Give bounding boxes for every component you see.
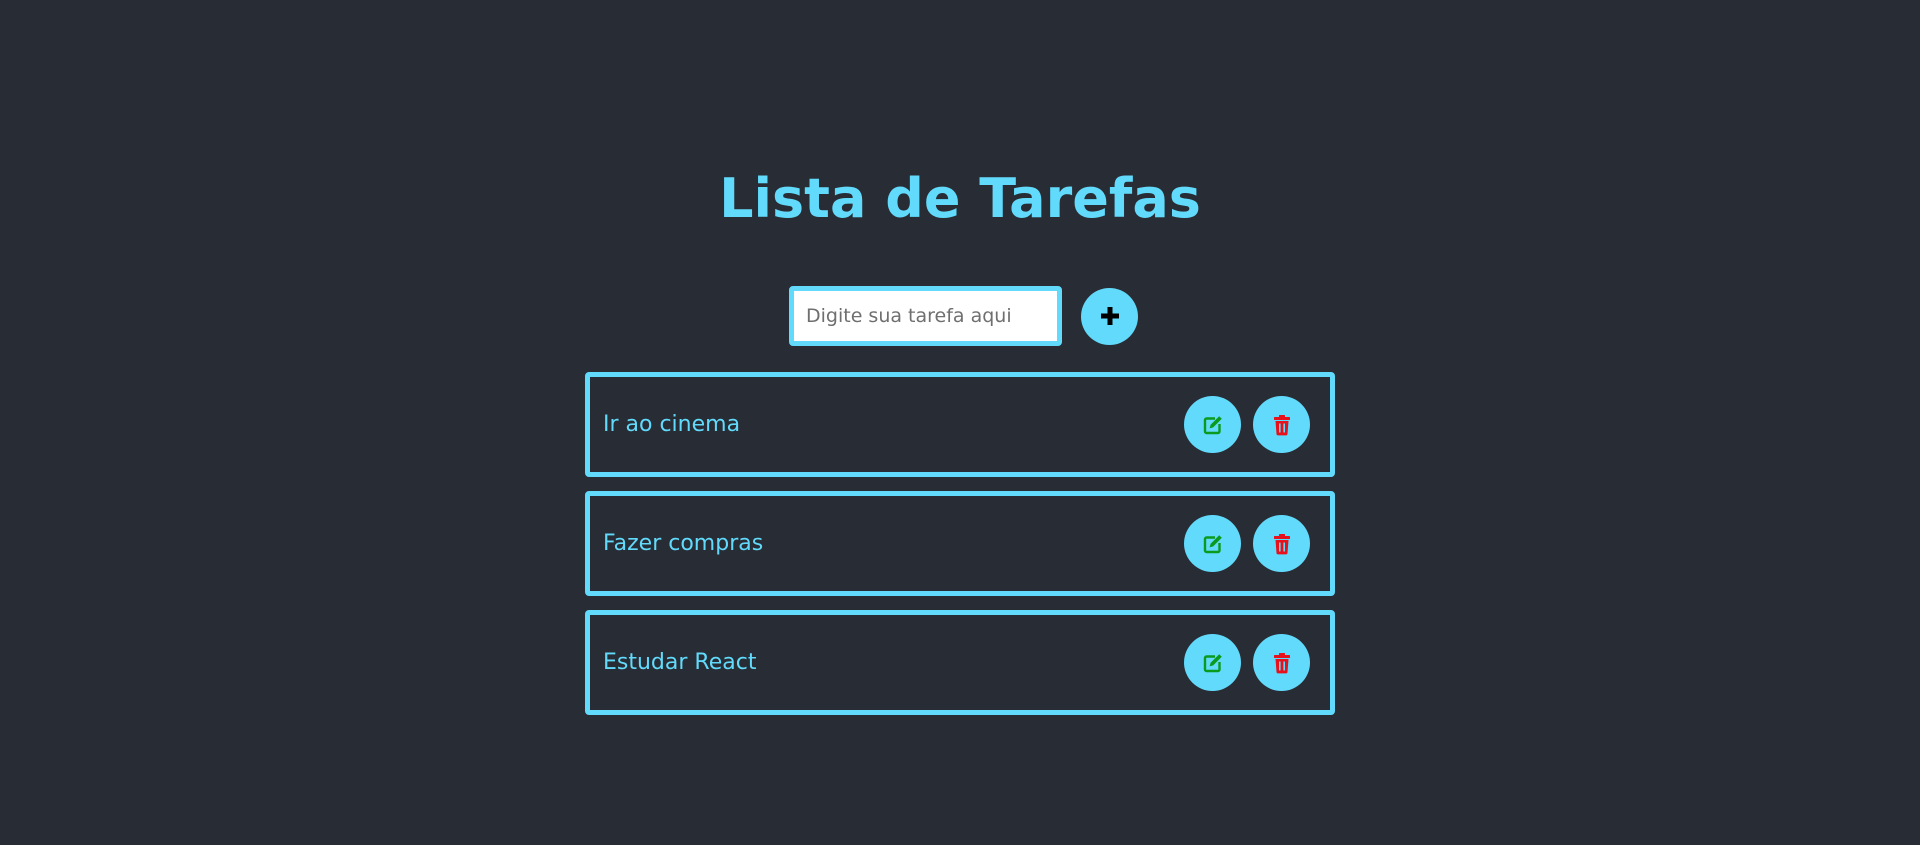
trash-icon bbox=[1272, 652, 1292, 674]
edit-icon bbox=[1202, 414, 1224, 436]
todo-app: Lista de Tarefas Ir ao cinema bbox=[0, 0, 1920, 845]
task-item: Estudar React bbox=[585, 610, 1335, 715]
task-actions bbox=[1184, 634, 1310, 691]
task-list: Ir ao cinema Fazer compras Estudar React bbox=[585, 372, 1335, 729]
delete-task-button[interactable] bbox=[1253, 515, 1310, 572]
add-task-button[interactable] bbox=[1081, 287, 1138, 345]
task-item: Fazer compras bbox=[585, 491, 1335, 596]
trash-icon bbox=[1272, 533, 1292, 555]
task-actions bbox=[1184, 515, 1310, 572]
edit-task-button[interactable] bbox=[1184, 396, 1241, 453]
edit-task-button[interactable] bbox=[1184, 634, 1241, 691]
delete-task-button[interactable] bbox=[1253, 396, 1310, 453]
task-item: Ir ao cinema bbox=[585, 372, 1335, 477]
task-text: Estudar React bbox=[603, 650, 757, 675]
plus-icon bbox=[1099, 305, 1121, 327]
edit-task-button[interactable] bbox=[1184, 515, 1241, 572]
task-text: Ir ao cinema bbox=[603, 412, 741, 437]
delete-task-button[interactable] bbox=[1253, 634, 1310, 691]
task-actions bbox=[1184, 396, 1310, 453]
edit-icon bbox=[1202, 533, 1224, 555]
trash-icon bbox=[1272, 414, 1292, 436]
add-task-form bbox=[789, 286, 1138, 346]
task-input[interactable] bbox=[789, 286, 1062, 346]
edit-icon bbox=[1202, 652, 1224, 674]
page-title: Lista de Tarefas bbox=[719, 167, 1201, 230]
task-text: Fazer compras bbox=[603, 531, 764, 556]
